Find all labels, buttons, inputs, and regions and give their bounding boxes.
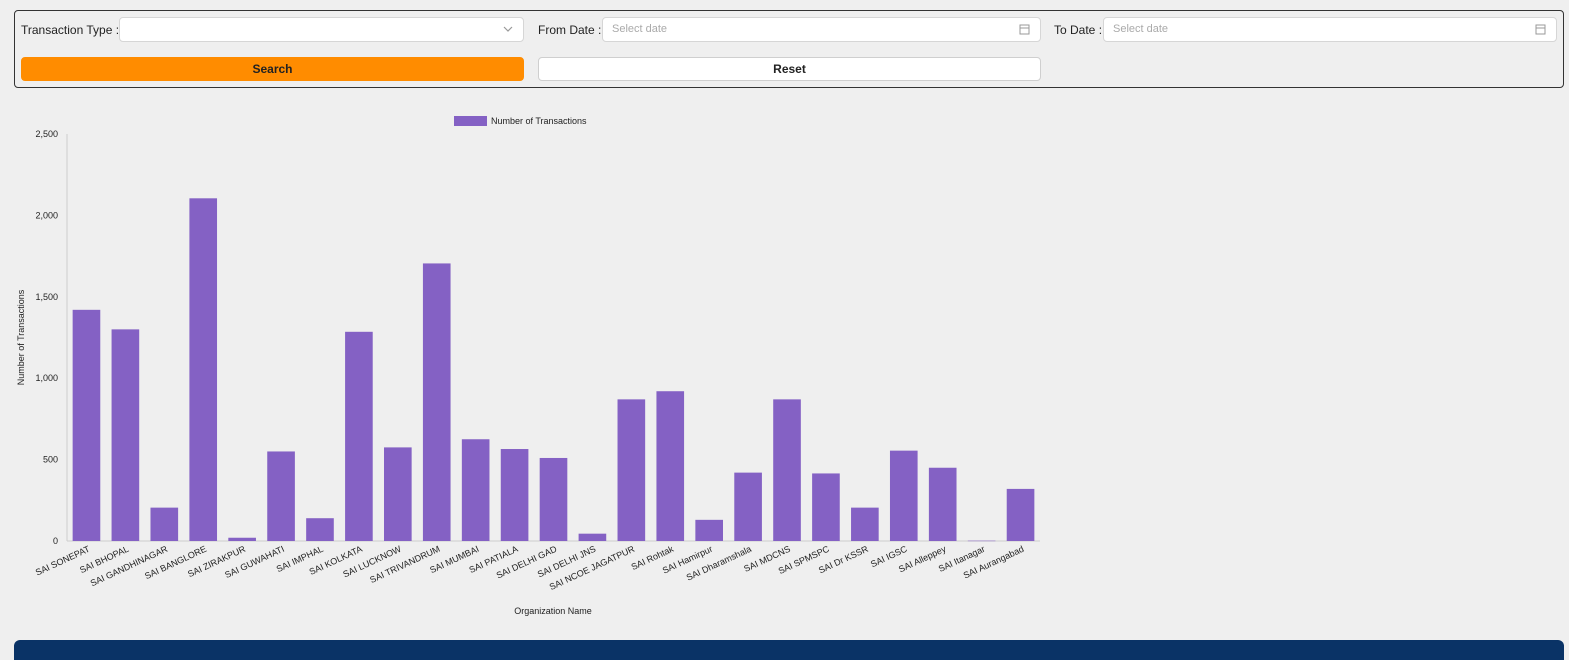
to-date-placeholder: Select date: [1113, 23, 1169, 35]
bar[interactable]: [384, 447, 412, 541]
footer-bar: [14, 640, 1564, 660]
bar[interactable]: [851, 507, 879, 541]
bar[interactable]: [150, 507, 179, 541]
legend-label: Number of Transactions: [491, 116, 587, 126]
bar[interactable]: [539, 457, 568, 541]
y-tick-label: 2,500: [35, 129, 58, 139]
bar[interactable]: [306, 518, 334, 541]
bar[interactable]: [773, 399, 801, 541]
bar[interactable]: [461, 439, 490, 541]
bar[interactable]: [345, 331, 373, 541]
x-axis-title: Organization Name: [514, 606, 592, 616]
bar[interactable]: [695, 519, 723, 541]
to-date-label: To Date :: [1054, 23, 1103, 37]
bar[interactable]: [1006, 488, 1035, 541]
y-axis-title: Number of Transactions: [16, 289, 26, 385]
y-tick-label: 2,000: [35, 210, 58, 220]
chevron-down-icon: [503, 18, 513, 50]
y-tick-label: 0: [53, 536, 58, 546]
bar[interactable]: [967, 540, 996, 542]
legend-swatch: [454, 116, 487, 126]
bar[interactable]: [889, 450, 918, 541]
bar[interactable]: [72, 309, 101, 541]
reset-button[interactable]: Reset: [538, 57, 1041, 81]
y-tick-label: 500: [43, 455, 58, 465]
transactions-bar-chart: Number of Transactions 0 500 1,000 1,500 2,00…: [16, 116, 1040, 616]
bar[interactable]: [267, 451, 295, 541]
from-date-label: From Date :: [538, 23, 602, 37]
from-date-placeholder: Select date: [612, 23, 668, 35]
bar[interactable]: [656, 391, 685, 541]
bar[interactable]: [928, 467, 957, 541]
transaction-type-select[interactable]: [119, 17, 524, 42]
bar[interactable]: [422, 263, 451, 541]
y-tick-label: 1,500: [35, 292, 58, 302]
bar[interactable]: [228, 537, 256, 541]
to-date-input[interactable]: Select date: [1103, 17, 1557, 42]
bar[interactable]: [812, 473, 840, 541]
transaction-type-label: Transaction Type :: [21, 23, 120, 37]
filter-panel: Transaction Type : From Date : Select da…: [14, 10, 1564, 88]
bar[interactable]: [111, 329, 140, 541]
bar[interactable]: [734, 472, 762, 541]
bar[interactable]: [189, 198, 218, 541]
bar[interactable]: [578, 533, 607, 541]
y-tick-label: 1,000: [35, 373, 58, 383]
bar[interactable]: [500, 449, 529, 541]
bar[interactable]: [617, 399, 646, 541]
calendar-icon: [1019, 18, 1030, 50]
search-button[interactable]: Search: [21, 57, 524, 81]
from-date-input[interactable]: Select date: [602, 17, 1041, 42]
calendar-icon: [1535, 18, 1546, 50]
